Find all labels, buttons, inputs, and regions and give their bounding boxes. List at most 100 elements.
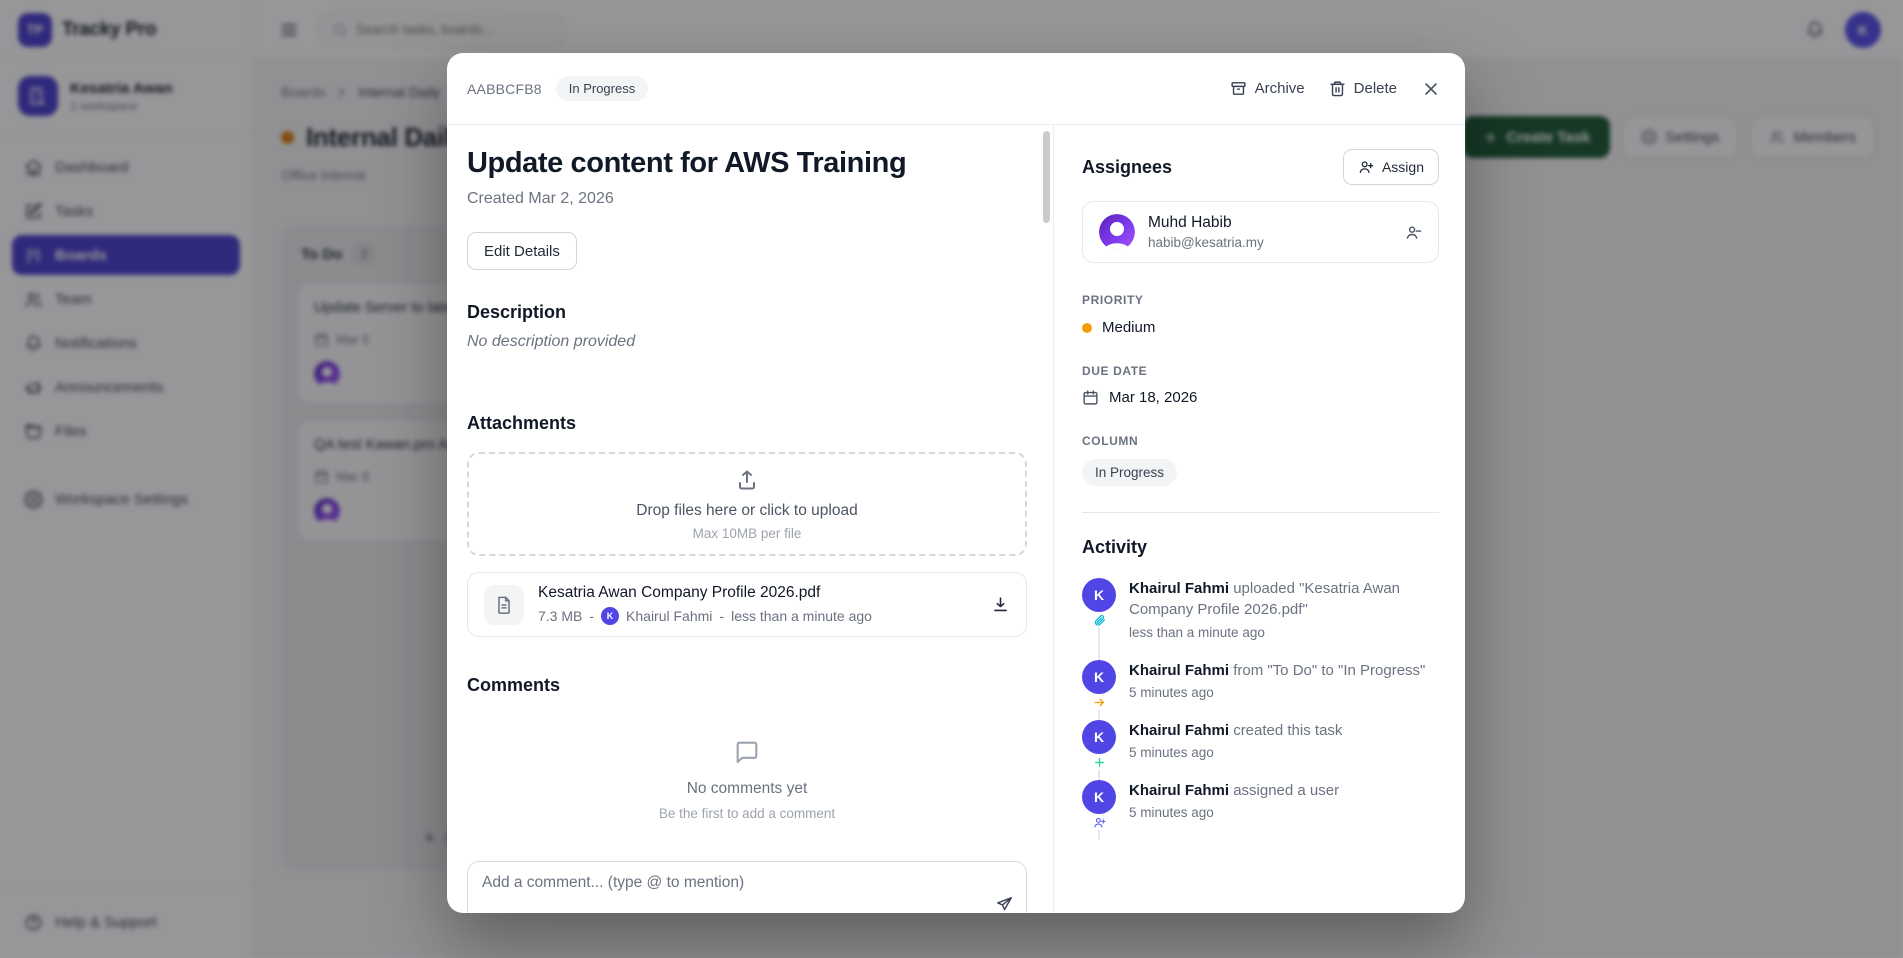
no-comments-text: No comments yet xyxy=(687,780,808,798)
activity-avatar: K xyxy=(1082,720,1116,754)
comments-empty-state: No comments yet Be the first to add a co… xyxy=(467,696,1027,861)
activity-content: Khairul Fahmi assigned a user 5 minutes … xyxy=(1129,780,1339,820)
activity-user: Khairul Fahmi xyxy=(1129,722,1229,739)
priority-dot xyxy=(1082,323,1092,333)
archive-button[interactable]: Archive xyxy=(1230,80,1305,97)
user-plus-icon xyxy=(1358,159,1374,175)
delete-label: Delete xyxy=(1354,80,1397,97)
file-dropzone[interactable]: Drop files here or click to upload Max 1… xyxy=(467,452,1027,556)
priority-value: Medium xyxy=(1102,319,1155,336)
send-icon[interactable] xyxy=(995,895,1014,913)
activity-time: 5 minutes ago xyxy=(1129,685,1425,700)
activity-content: Khairul Fahmi created this task 5 minute… xyxy=(1129,720,1342,760)
due-date-label: DUE DATE xyxy=(1082,364,1439,378)
comment-bubble-icon xyxy=(733,738,761,766)
task-created-date: Created Mar 2, 2026 xyxy=(467,190,1027,208)
modal-body: Update content for AWS Training Created … xyxy=(447,125,1465,913)
plus-icon xyxy=(1092,755,1107,770)
be-first-text: Be the first to add a comment xyxy=(659,806,835,821)
activity-action: created this task xyxy=(1233,722,1342,739)
due-date-row: Mar 18, 2026 xyxy=(1082,389,1439,406)
activity-user: Khairul Fahmi xyxy=(1129,580,1229,597)
upload-time: less than a minute ago xyxy=(731,608,872,624)
assignee-card: Muhd Habib habib@kesatria.my xyxy=(1082,201,1439,263)
archive-icon xyxy=(1230,80,1247,97)
assignee-info: Muhd Habib habib@kesatria.my xyxy=(1148,214,1264,250)
activity-avatar-wrap: K xyxy=(1082,780,1116,820)
trash-icon xyxy=(1329,80,1346,97)
task-detail-modal: AABBCFB8 In Progress Archive Delete Upda… xyxy=(447,53,1465,913)
description-heading: Description xyxy=(467,302,1027,323)
archive-label: Archive xyxy=(1255,80,1305,97)
activity-content: Khairul Fahmi from "To Do" to "In Progre… xyxy=(1129,660,1425,700)
user-plus-icon xyxy=(1092,815,1107,830)
due-date-value: Mar 18, 2026 xyxy=(1109,389,1197,406)
comment-input[interactable] xyxy=(468,862,1026,913)
assign-label: Assign xyxy=(1382,159,1424,175)
activity-user: Khairul Fahmi xyxy=(1129,782,1229,799)
dropzone-text: Drop files here or click to upload xyxy=(636,502,857,520)
activity-text: Khairul Fahmi from "To Do" to "In Progre… xyxy=(1129,660,1425,681)
modal-main-pane: Update content for AWS Training Created … xyxy=(447,125,1054,913)
delete-button[interactable]: Delete xyxy=(1329,80,1397,97)
comment-input-box xyxy=(467,861,1027,913)
activity-text: Khairul Fahmi created this task xyxy=(1129,720,1342,741)
activity-avatar: K xyxy=(1082,780,1116,814)
attachments-heading: Attachments xyxy=(467,413,1027,434)
uploader-avatar: K xyxy=(601,607,619,625)
activity-content: Khairul Fahmi uploaded "Kesatria Awan Co… xyxy=(1129,578,1439,640)
activity-item: K Khairul Fahmi from "To Do" to "In Prog… xyxy=(1082,660,1439,720)
priority-label: PRIORITY xyxy=(1082,293,1439,307)
attachment-row[interactable]: Kesatria Awan Company Profile 2026.pdf 7… xyxy=(467,572,1027,637)
divider xyxy=(1082,512,1439,513)
activity-avatar: K xyxy=(1082,660,1116,694)
dropzone-subtext: Max 10MB per file xyxy=(693,526,802,541)
activity-item: K Khairul Fahmi assigned a user 5 minute… xyxy=(1082,780,1439,840)
modal-header-actions: Archive Delete xyxy=(1230,79,1441,99)
paperclip-icon xyxy=(1092,613,1107,628)
description-empty-text: No description provided xyxy=(467,333,1027,351)
close-icon[interactable] xyxy=(1421,79,1441,99)
task-code: AABBCFB8 xyxy=(467,81,542,97)
person-avatar xyxy=(1099,214,1135,250)
comments-heading: Comments xyxy=(467,675,1027,696)
activity-time: less than a minute ago xyxy=(1129,625,1439,640)
activity-avatar-wrap: K xyxy=(1082,578,1116,640)
task-title: Update content for AWS Training xyxy=(467,147,1027,180)
activity-avatar-wrap: K xyxy=(1082,720,1116,760)
arrow-right-icon xyxy=(1092,695,1107,710)
column-value-badge: In Progress xyxy=(1082,459,1177,486)
status-badge: In Progress xyxy=(556,76,648,101)
activity-list: K Khairul Fahmi uploaded "Kesatria Awan … xyxy=(1082,578,1439,840)
assignees-header: Assignees Assign xyxy=(1082,149,1439,185)
uploader-name: Khairul Fahmi xyxy=(626,608,712,624)
scrollbar-thumb[interactable] xyxy=(1043,131,1050,223)
file-icon xyxy=(484,585,524,625)
download-icon[interactable] xyxy=(991,595,1010,614)
activity-text: Khairul Fahmi uploaded "Kesatria Awan Co… xyxy=(1129,578,1439,621)
user-minus-icon[interactable] xyxy=(1405,224,1422,241)
activity-avatar: K xyxy=(1082,578,1116,612)
activity-item: K Khairul Fahmi uploaded "Kesatria Awan … xyxy=(1082,578,1439,660)
modal-details-pane: Assignees Assign Muhd Habib habib@kesatr… xyxy=(1054,125,1465,913)
file-name: Kesatria Awan Company Profile 2026.pdf xyxy=(538,584,872,602)
assignee-name: Muhd Habib xyxy=(1148,214,1264,232)
modal-header: AABBCFB8 In Progress Archive Delete xyxy=(447,53,1465,125)
assignees-heading: Assignees xyxy=(1082,157,1172,178)
separator: - xyxy=(719,608,724,624)
calendar-icon xyxy=(1082,389,1099,406)
activity-text: Khairul Fahmi assigned a user xyxy=(1129,780,1339,801)
activity-item: K Khairul Fahmi created this task 5 minu… xyxy=(1082,720,1439,780)
activity-avatar-wrap: K xyxy=(1082,660,1116,700)
column-label: COLUMN xyxy=(1082,434,1439,448)
activity-time: 5 minutes ago xyxy=(1129,805,1339,820)
activity-heading: Activity xyxy=(1082,537,1439,558)
assignee-email: habib@kesatria.my xyxy=(1148,235,1264,250)
assign-button[interactable]: Assign xyxy=(1343,149,1439,185)
file-info: Kesatria Awan Company Profile 2026.pdf 7… xyxy=(538,584,872,625)
edit-details-button[interactable]: Edit Details xyxy=(467,232,577,270)
activity-user: Khairul Fahmi xyxy=(1129,662,1229,679)
activity-action: assigned a user xyxy=(1233,782,1339,799)
activity-action: from "To Do" to "In Progress" xyxy=(1233,662,1425,679)
file-meta: 7.3 MB - K Khairul Fahmi - less than a m… xyxy=(538,607,872,625)
